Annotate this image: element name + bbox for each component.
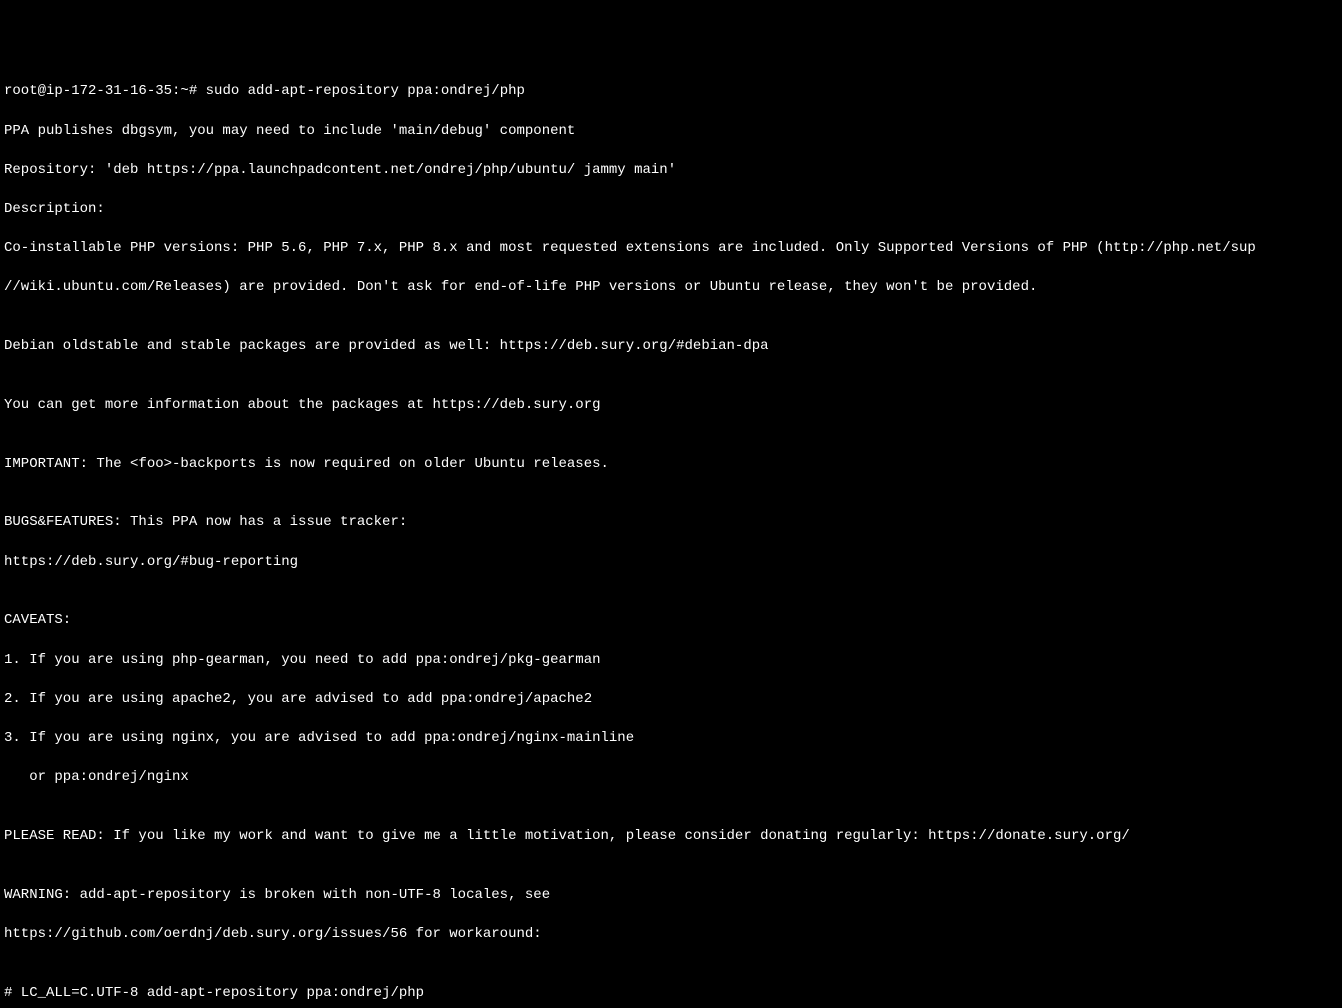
terminal-output-line: Co-installable PHP versions: PHP 5.6, PH… [4, 239, 1338, 259]
terminal-output-line: PLEASE READ: If you like my work and wan… [4, 827, 1338, 847]
terminal-output-line: Description: [4, 200, 1338, 220]
terminal-output-line: //wiki.ubuntu.com/Releases) are provided… [4, 278, 1338, 298]
terminal-output-line: BUGS&FEATURES: This PPA now has a issue … [4, 513, 1338, 533]
terminal-output-line: https://deb.sury.org/#bug-reporting [4, 553, 1338, 573]
terminal-output-line: Repository: 'deb https://ppa.launchpadco… [4, 161, 1338, 181]
terminal-prompt-line[interactable]: root@ip-172-31-16-35:~# sudo add-apt-rep… [4, 82, 1338, 102]
terminal-output-line: 1. If you are using php-gearman, you nee… [4, 651, 1338, 671]
shell-prompt: root@ip-172-31-16-35:~# [4, 83, 206, 99]
terminal-output-line: You can get more information about the p… [4, 396, 1338, 416]
terminal-output-line: 2. If you are using apache2, you are adv… [4, 690, 1338, 710]
terminal-output-line: WARNING: add-apt-repository is broken wi… [4, 886, 1338, 906]
terminal-output-line: # LC_ALL=C.UTF-8 add-apt-repository ppa:… [4, 984, 1338, 1004]
terminal-output-line: 3. If you are using nginx, you are advis… [4, 729, 1338, 749]
shell-command: sudo add-apt-repository ppa:ondrej/php [206, 83, 525, 99]
terminal-output-line: PPA publishes dbgsym, you may need to in… [4, 122, 1338, 142]
terminal-output-line: IMPORTANT: The <foo>-backports is now re… [4, 455, 1338, 475]
terminal-output-line: https://github.com/oerdnj/deb.sury.org/i… [4, 925, 1338, 945]
terminal-output-line: CAVEATS: [4, 611, 1338, 631]
terminal-output-line: or ppa:ondrej/nginx [4, 768, 1338, 788]
terminal-output-line: Debian oldstable and stable packages are… [4, 337, 1338, 357]
